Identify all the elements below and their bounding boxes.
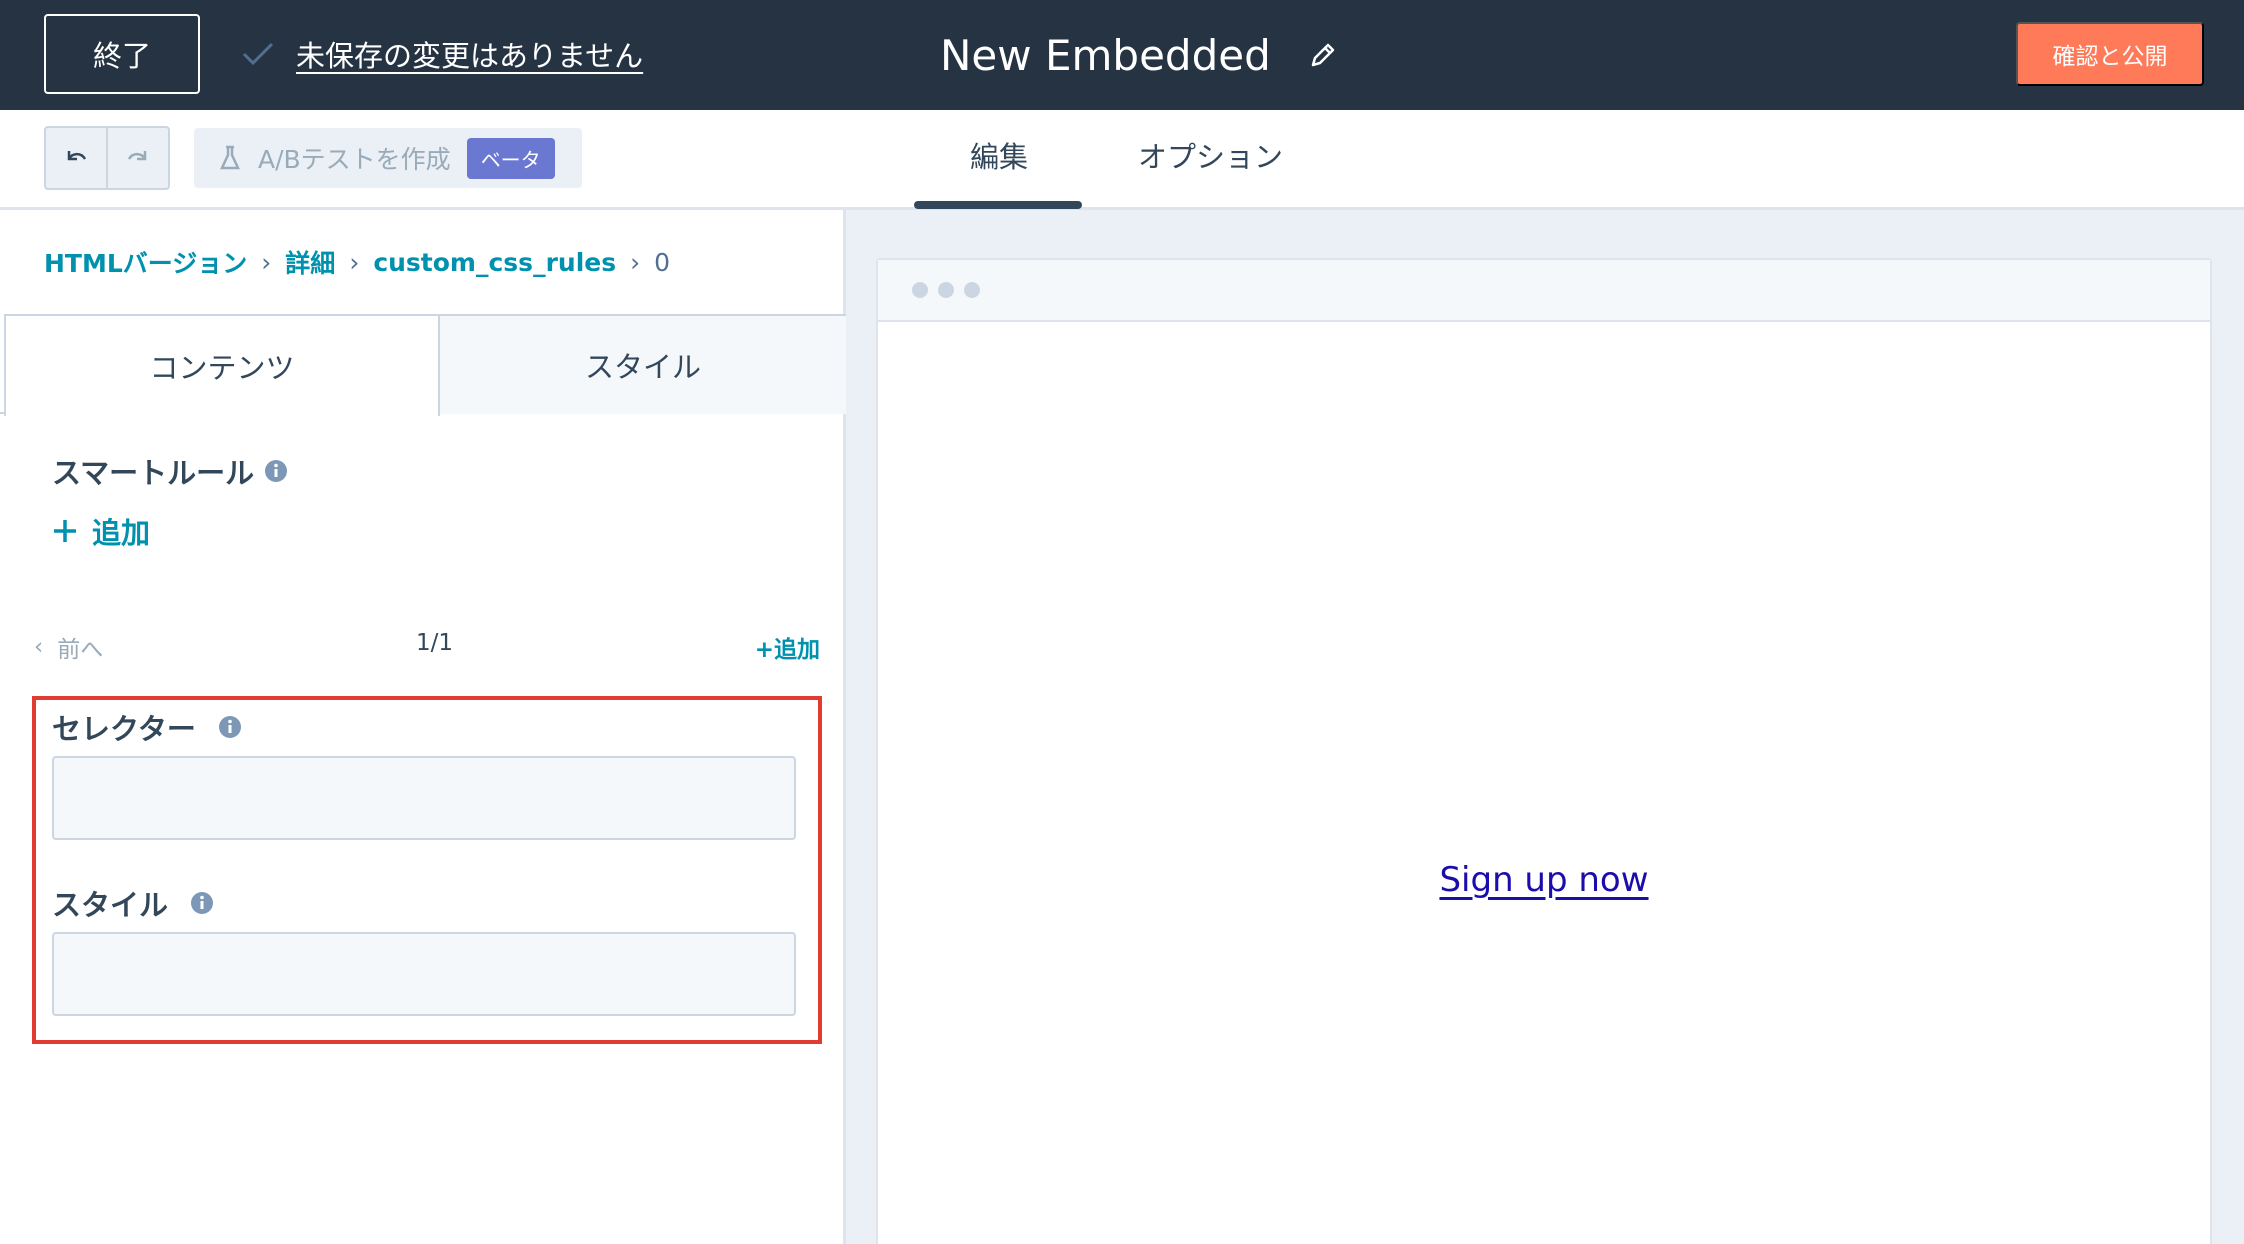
prev-label: 前へ [57,637,104,663]
selector-label: セレクター [52,712,196,746]
prev-button[interactable]: ‹ 前へ [34,630,103,664]
rule-pager: ‹ 前へ 1/1 +追加 [34,630,820,670]
add-smart-rule-button[interactable]: 追加 [52,510,150,552]
add-rule-button[interactable]: +追加 [755,630,820,664]
exit-button[interactable]: 終了 [44,14,200,94]
editor-toolbar: A/Bテストを作成 ベータ 編集 オプション [0,110,2244,210]
window-dot [912,282,928,298]
redo-icon [127,151,147,161]
check-icon [242,42,274,66]
chevron-left-icon: ‹ [34,634,44,660]
signup-link[interactable]: Sign up now [878,860,2210,900]
top-bar: 終了 未保存の変更はありません New Embedded 確認と公開 [0,0,2244,110]
breadcrumb-item-html-version[interactable]: HTMLバージョン [44,244,247,280]
document-title-text: New Embedded [940,30,1271,80]
preview-pane: Sign up now [846,210,2244,1244]
plus-icon [54,520,76,542]
tab-edit[interactable]: 編集 [970,134,1028,176]
flask-icon [220,145,240,170]
active-tab-indicator [914,201,1082,209]
review-publish-button[interactable]: 確認と公開 [2016,22,2204,86]
pager-count: 1/1 [416,630,454,656]
window-dot [964,282,980,298]
selector-input[interactable] [52,756,796,840]
ab-test-button[interactable]: A/Bテストを作成 ベータ [194,128,582,188]
chevron-right-icon: › [349,247,360,277]
breadcrumb-item-details[interactable]: 詳細 [285,244,335,280]
breadcrumb-item-custom-css-rules[interactable]: custom_css_rules [373,248,616,277]
info-icon[interactable] [218,715,242,739]
breadcrumb-current: 0 [654,247,671,277]
ab-test-label: A/Bテストを作成 [258,145,451,174]
document-title: New Embedded [940,28,1339,82]
undo-icon [67,151,87,161]
tab-style[interactable]: スタイル [440,314,846,414]
info-icon[interactable] [190,891,214,915]
tab-options[interactable]: オプション [1138,134,1283,176]
style-label-row: スタイル [52,882,214,924]
undo-redo-group [44,126,170,190]
browser-bar [878,260,2210,322]
add-smart-rule-label: 追加 [92,516,151,550]
smart-rule-label: スマートルール [52,456,255,490]
breadcrumb: HTMLバージョン › 詳細 › custom_css_rules › 0 [44,244,670,280]
left-sidebar: HTMLバージョン › 詳細 › custom_css_rules › 0 コン… [0,210,846,1244]
undo-button[interactable] [46,128,106,188]
redo-button[interactable] [106,128,168,188]
info-icon[interactable] [264,459,288,483]
pencil-icon[interactable] [1307,39,1339,71]
chevron-right-icon: › [261,247,272,277]
chevron-right-icon: › [630,247,641,277]
tab-content[interactable]: コンテンツ [4,314,440,416]
save-status-text[interactable]: 未保存の変更はありません [296,33,643,75]
selector-label-row: セレクター [52,706,242,748]
beta-badge: ベータ [466,137,555,179]
browser-frame: Sign up now [876,258,2212,1244]
window-dot [938,282,954,298]
style-label: スタイル [52,888,169,922]
smart-rule-heading: スマートルール [52,450,288,492]
sidebar-tabs: コンテンツ スタイル [0,314,846,416]
save-status: 未保存の変更はありません [238,34,643,74]
style-input[interactable] [52,932,796,1016]
